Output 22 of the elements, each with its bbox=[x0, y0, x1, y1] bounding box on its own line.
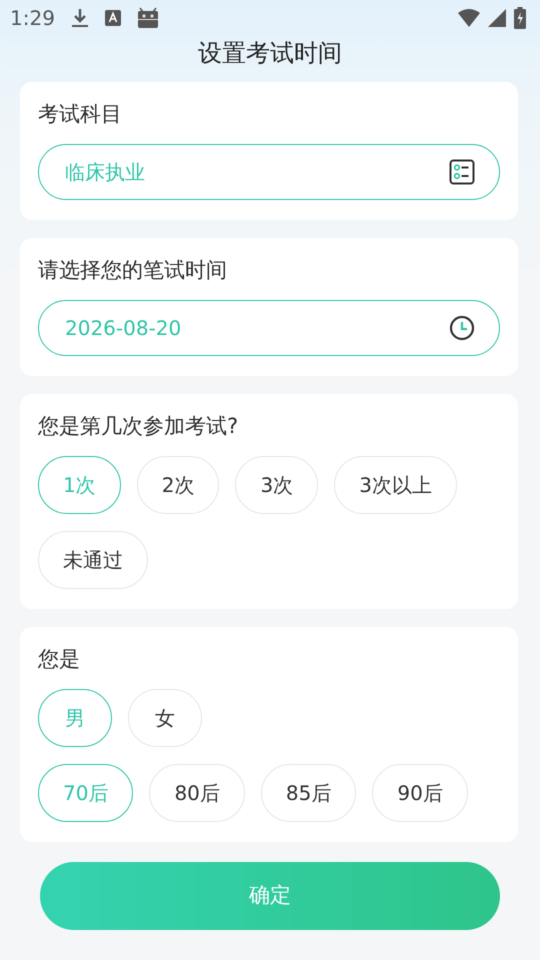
list-icon bbox=[449, 159, 475, 185]
section-label: 请选择您的笔试时间 bbox=[38, 257, 227, 284]
battery-icon bbox=[514, 7, 526, 29]
status-time: 1:29 bbox=[10, 5, 55, 32]
keyboard-icon bbox=[104, 10, 121, 26]
clock-icon bbox=[449, 315, 475, 341]
option-chip[interactable]: 3次以上 bbox=[334, 456, 457, 514]
download-icon bbox=[70, 8, 89, 28]
section-label: 您是 bbox=[38, 646, 80, 673]
option-chip[interactable]: 女 bbox=[128, 689, 202, 747]
signal-icon bbox=[488, 9, 506, 27]
option-chip[interactable]: 未通过 bbox=[38, 531, 148, 589]
section-label: 您是第几次参加考试? bbox=[38, 413, 238, 440]
wifi-icon bbox=[458, 9, 480, 27]
section-label: 考试科目 bbox=[38, 101, 122, 128]
option-chip[interactable]: 85后 bbox=[260, 764, 356, 822]
option-chip[interactable]: 3次 bbox=[235, 456, 318, 514]
option-chip[interactable]: 90后 bbox=[372, 764, 468, 822]
page-title: 设置考试时间 bbox=[197, 38, 343, 69]
option-chip[interactable]: 80后 bbox=[149, 764, 245, 822]
robot-icon bbox=[136, 7, 159, 29]
option-chip[interactable]: 2次 bbox=[136, 456, 220, 514]
